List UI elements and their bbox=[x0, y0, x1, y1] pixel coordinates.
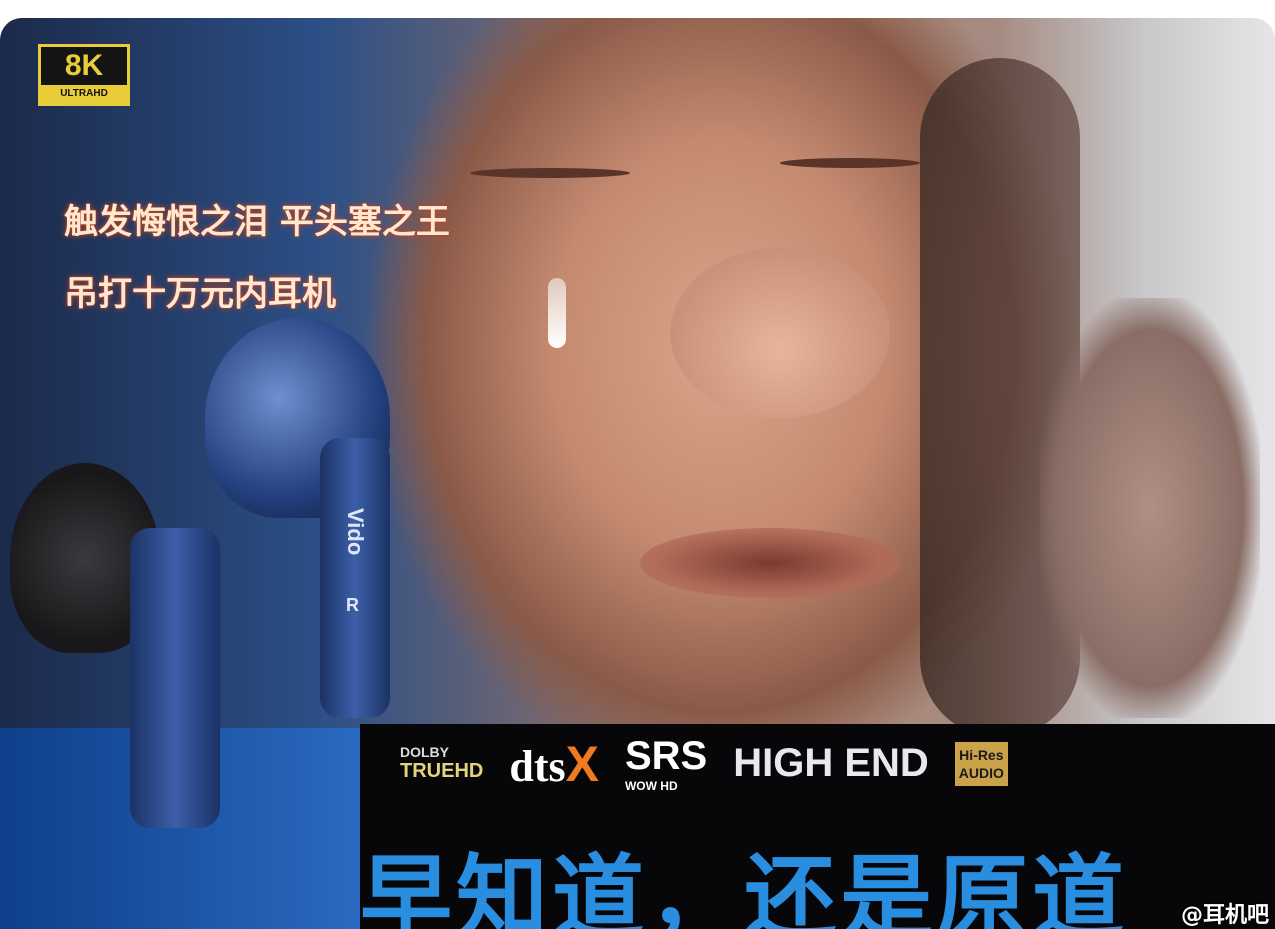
caption-line-2: 吊打十万元内耳机 bbox=[64, 274, 336, 314]
dolby-logo: DOLBY TRUEHD bbox=[400, 744, 483, 783]
closed-eye-right bbox=[780, 158, 920, 168]
closed-eye-left bbox=[470, 168, 630, 178]
hand bbox=[1040, 298, 1260, 718]
badge-main: 8K bbox=[64, 49, 104, 82]
watermark: @耳机吧 bbox=[1180, 903, 1269, 928]
bottom-band: DOLBY TRUEHD dtsX SRS WOW HD HIGH END Hi-R… bbox=[360, 724, 1275, 929]
hires-top: Hi-Res bbox=[959, 746, 1004, 763]
tear bbox=[548, 278, 566, 348]
earbud-brand: Vido bbox=[343, 508, 368, 556]
earbud-left-stem bbox=[130, 528, 220, 828]
meme-image: Vido R 8K ULTRAHD 触发悔恨之泪 平头塞之王 吊打十万元内耳机 … bbox=[0, 18, 1275, 929]
badge-sub: ULTRAHD bbox=[41, 85, 127, 103]
earbud-side: R bbox=[346, 595, 359, 616]
earbud-right-stem: Vido R bbox=[320, 438, 390, 718]
hires-bottom: AUDIO bbox=[958, 764, 1004, 781]
srs-text: SRS bbox=[624, 734, 708, 778]
dts-text: dts bbox=[509, 741, 566, 791]
caption-line-1: 触发悔恨之泪 平头塞之王 bbox=[64, 202, 450, 242]
mouth bbox=[640, 528, 900, 598]
audio-logos: DOLBY TRUEHD dtsX SRS WOW HD HIGH END Hi-R… bbox=[400, 734, 1008, 793]
dts-x-logo: dtsX bbox=[509, 735, 599, 793]
hires-audio-logo: Hi-Res AUDIO bbox=[954, 741, 1008, 786]
srs-sub-text: WOW HD bbox=[624, 779, 678, 793]
dts-x-text: X bbox=[565, 735, 599, 792]
nose bbox=[670, 248, 890, 418]
high-end-logo: HIGH END bbox=[733, 741, 929, 785]
srs-logo: SRS WOW HD bbox=[625, 734, 707, 793]
slogan: 早知道，还是原道 bbox=[360, 845, 1129, 929]
8k-badge: 8K ULTRAHD bbox=[38, 44, 130, 106]
truehd-text: TRUEHD bbox=[400, 760, 484, 782]
dolby-text: DOLBY bbox=[400, 744, 449, 760]
